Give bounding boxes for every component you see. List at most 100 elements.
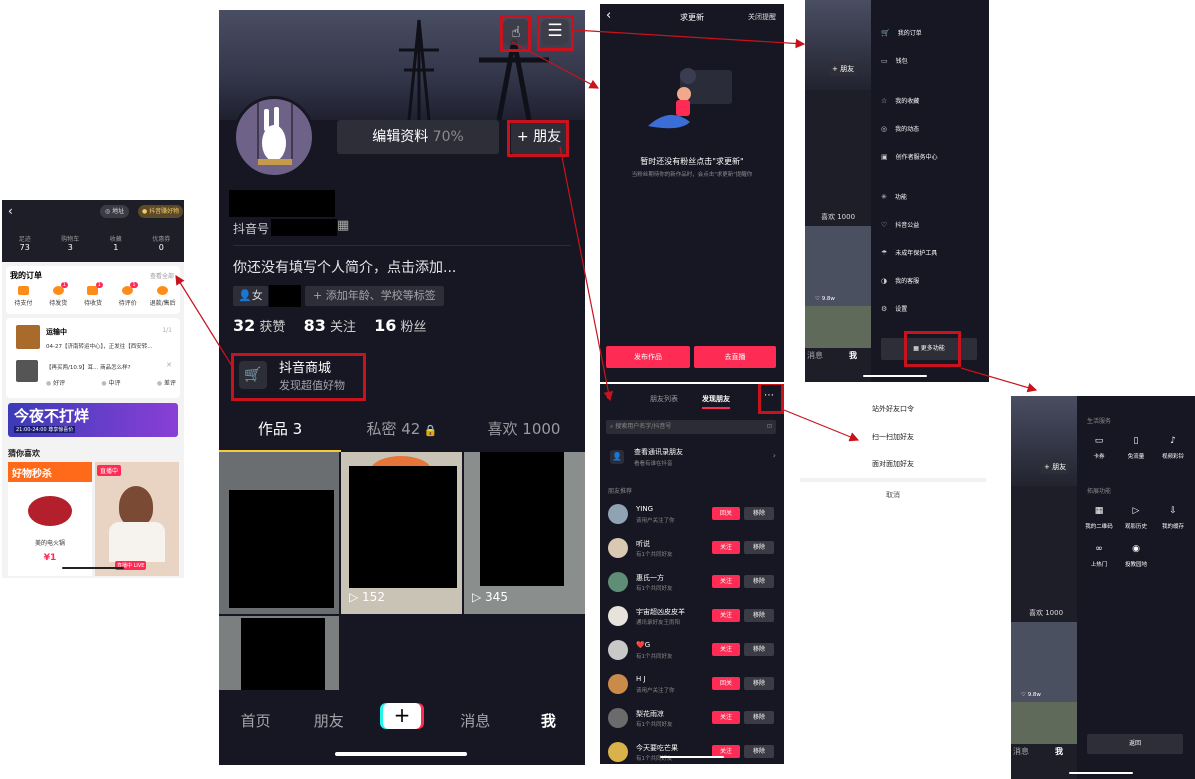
remove-button[interactable]: 移除	[744, 745, 774, 758]
avatar[interactable]	[233, 96, 315, 178]
review-good[interactable]: ● 好评	[46, 378, 65, 387]
remove-button[interactable]: 移除	[744, 541, 774, 554]
back-icon[interactable]: ‹	[8, 204, 13, 218]
go-live-button[interactable]: 去直播	[694, 346, 776, 368]
bio-text[interactable]: 你还没有填写个人简介，点击添加...	[233, 257, 456, 277]
feature-education[interactable]: ◉ 投教园地	[1118, 544, 1154, 568]
list-item[interactable]: ❤️G 有1个共同好友 关注 移除	[600, 634, 784, 668]
menu-item-settings[interactable]: ⚙ 设置	[881, 296, 907, 315]
address-pill[interactable]: ◎ 地址	[100, 205, 130, 218]
fans-stat[interactable]: 16 粉丝	[374, 316, 426, 335]
order-type-pending-ship[interactable]: 1 待发货	[41, 282, 76, 307]
menu-item-charity[interactable]: ♡ 抖音公益	[881, 212, 919, 231]
user-subtitle: 有1个共同好友	[636, 722, 673, 728]
likes-stat[interactable]: 32 获赞	[233, 316, 285, 335]
list-item[interactable]: 今天要吃芒果 有1个共同好友 关注 移除	[600, 736, 784, 764]
order-type-pending-review[interactable]: 1 待评价	[110, 282, 145, 307]
stat-item[interactable]: 足迹 73	[2, 234, 48, 252]
back-icon[interactable]: ‹	[606, 8, 611, 23]
follow-button[interactable]: 关注	[712, 575, 740, 588]
remove-button[interactable]: 移除	[744, 711, 774, 724]
list-item[interactable]: 宇宙超凶皮皮羊 通讯录好友王雨阳 关注 移除	[600, 600, 784, 634]
tab-discover-friends[interactable]: 发现朋友	[702, 394, 730, 409]
remove-button[interactable]: 移除	[744, 575, 774, 588]
feature-cache[interactable]: ⇩ 我的缓存	[1155, 506, 1191, 530]
list-item[interactable]: 听说 有1个共同好友 关注 移除	[600, 532, 784, 566]
menu-item-service[interactable]: ◑ 我的客服	[881, 268, 919, 287]
back-button[interactable]: 返回	[1087, 734, 1183, 754]
menu-item-favorites[interactable]: ☆ 我的收藏	[881, 88, 919, 107]
creator-icon: ▣	[881, 153, 888, 161]
order-type-pending-pay[interactable]: 待支付	[6, 286, 41, 307]
edit-profile-button[interactable]: 编辑资料 70%	[337, 120, 499, 154]
remove-button[interactable]: 移除	[744, 609, 774, 622]
remove-button[interactable]: 移除	[744, 677, 774, 690]
feature-coupon[interactable]: ▭ 卡券	[1081, 436, 1117, 460]
follow-button[interactable]: 关注	[712, 609, 740, 622]
list-item[interactable]: YING 该用户关注了你 回关 移除	[600, 498, 784, 532]
feature-free-data[interactable]: ▯ 免流量	[1118, 436, 1154, 460]
feature-dou-plus[interactable]: ∞ 上热门	[1081, 544, 1117, 568]
close-reminder-link[interactable]: 关闭提醒	[748, 12, 776, 22]
gender-tag[interactable]: 👤女	[233, 286, 268, 306]
menu-item-orders[interactable]: 🛒 我的订单	[881, 20, 922, 39]
promo-banner[interactable]: 今夜不打烊 21:00-24:00 尊享惊喜价	[8, 403, 178, 437]
remove-button[interactable]: 移除	[744, 643, 774, 656]
feature-qrcode[interactable]: ▦ 我的二维码	[1081, 506, 1117, 530]
follow-button[interactable]: 回关	[712, 507, 740, 520]
follow-button[interactable]: 关注	[712, 643, 740, 656]
list-item[interactable]: 惠氏一方 有1个共同好友 关注 移除	[600, 566, 784, 600]
scan-icon[interactable]: ⊡	[767, 420, 772, 434]
stat-item[interactable]: 收藏 1	[93, 234, 139, 252]
sheet-item-scan[interactable]: 扫一扫加好友	[800, 432, 986, 442]
sheet-item-face-to-face[interactable]: 面对面加好友	[800, 459, 986, 469]
video-thumb	[805, 306, 871, 348]
product-card[interactable]: 好物秒杀 美的电火锅 ¥1	[8, 462, 92, 576]
follow-button[interactable]: 回关	[712, 677, 740, 690]
back-icon[interactable]: ‹	[606, 390, 611, 405]
nav-me[interactable]: 我	[512, 690, 585, 765]
orders-all-link[interactable]: 查看全部	[150, 271, 174, 280]
contacts-entry[interactable]: 👤 查看通讯录朋友 看看有谁在抖音 ›	[600, 442, 784, 472]
qrcode-icon[interactable]: ▦	[337, 218, 349, 233]
order-type-pending-receive[interactable]: 1 待收货	[76, 282, 111, 307]
menu-item-creator[interactable]: ▣ 创作者服务中心	[881, 144, 938, 163]
user-name: ❤️G	[636, 641, 651, 649]
sheet-item-external-code[interactable]: 站外好友口令	[800, 404, 986, 414]
live-card[interactable]: 直播中 直播中 LIVE	[95, 462, 179, 576]
tab-friend-list[interactable]: 朋友列表	[650, 394, 678, 404]
close-icon[interactable]: ✕	[166, 361, 172, 369]
home-indicator	[62, 567, 124, 569]
add-tags-button[interactable]: + 添加年龄、学校等标签	[305, 286, 444, 306]
menu-item-activity[interactable]: ◎ 我的动态	[881, 116, 919, 135]
menu-item-wallet[interactable]: ▭ 钱包	[881, 48, 908, 67]
review-bad[interactable]: ● 差评	[157, 378, 176, 387]
review-mid[interactable]: ● 中评	[101, 378, 120, 387]
order-type-label: 待发货	[49, 300, 68, 307]
tab-private[interactable]: 私密 42 🔒	[341, 418, 463, 452]
shipping-card[interactable]: 运输中 1/1 04-27【济南转运中心】，正发往【西安转... 【再买两/10…	[6, 318, 180, 398]
tab-likes[interactable]: 喜欢 1000	[463, 418, 585, 452]
menu-item-features[interactable]: ✳ 功能	[881, 184, 907, 203]
tab-works[interactable]: 作品 3	[219, 418, 341, 452]
plus-icon: +	[383, 703, 421, 729]
search-input[interactable]: ⌕ 搜索用户名字/抖音号 ⊡	[606, 420, 776, 434]
nav-home[interactable]: 首页	[219, 690, 292, 765]
sheet-cancel[interactable]: 取消	[800, 490, 986, 500]
product-name: 美的电火锅	[34, 540, 65, 547]
order-type-refund[interactable]: 退款/售后	[145, 286, 180, 307]
feature-ringtone[interactable]: ♪ 视频彩铃	[1155, 436, 1191, 460]
publish-button[interactable]: 发布作品	[606, 346, 690, 368]
good-pill[interactable]: ● 抖音赚好物	[138, 205, 184, 218]
follow-button[interactable]: 关注	[712, 541, 740, 554]
menu-item-minor-protect[interactable]: ☂ 未成年保护工具	[881, 240, 937, 259]
stat-item[interactable]: 购物车 3	[48, 234, 94, 252]
feature-history[interactable]: ▷ 观影历史	[1118, 506, 1154, 530]
remove-button[interactable]: 移除	[744, 507, 774, 520]
list-item[interactable]: 梨花雨凉 有1个共同好友 关注 移除	[600, 702, 784, 736]
follow-button[interactable]: 关注	[712, 711, 740, 724]
following-stat[interactable]: 83 关注	[304, 316, 356, 335]
shipping-count: 1/1	[162, 327, 172, 334]
list-item[interactable]: H J 该用户关注了你 回关 移除	[600, 668, 784, 702]
stat-item[interactable]: 优惠券 0	[139, 234, 185, 252]
